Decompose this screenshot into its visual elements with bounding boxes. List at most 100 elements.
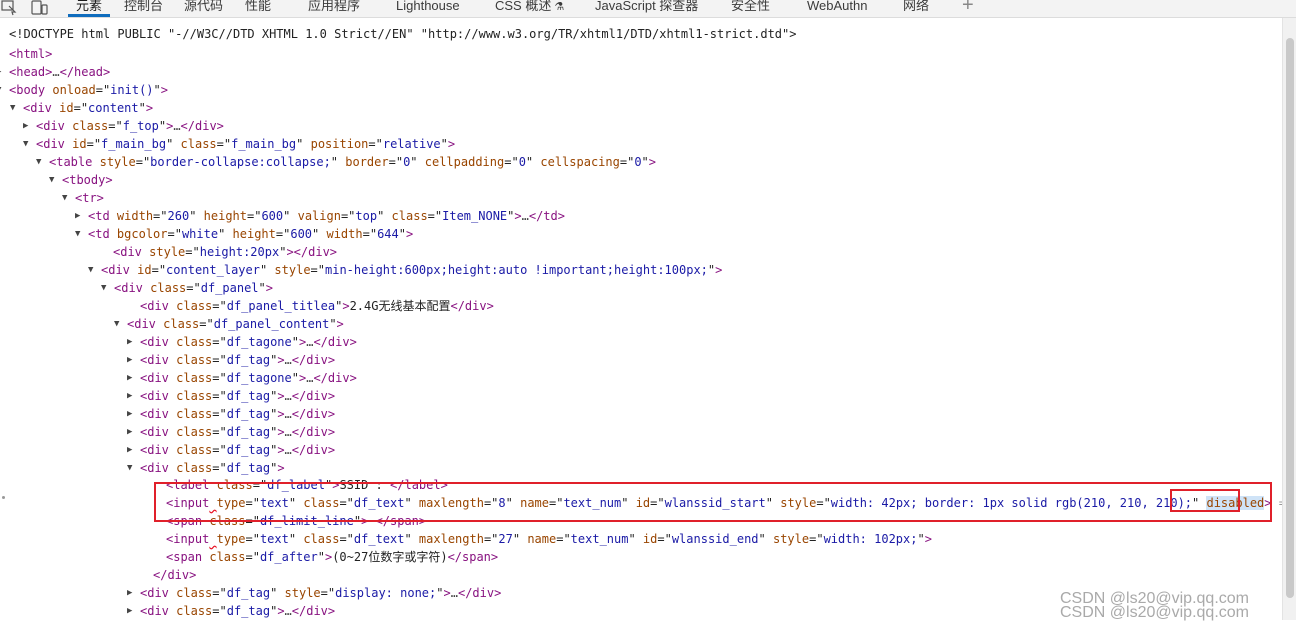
expand-triangle-icon[interactable]: ▼ xyxy=(127,459,140,477)
dom-node-row[interactable]: ▶ <div class="df_tag">…</div> xyxy=(127,441,335,459)
collapse-triangle-icon[interactable]: ▶ xyxy=(127,369,140,387)
expand-triangle-icon[interactable]: ▼ xyxy=(101,279,114,297)
tab-webauthn[interactable]: WebAuthn xyxy=(807,0,867,16)
dom-node-row[interactable]: ▼ <div id="f_main_bg" class="f_main_bg" p… xyxy=(23,135,455,153)
dom-node-row[interactable]: ▼ <table style="border-collapse:collapse;… xyxy=(36,153,656,171)
vertical-scrollbar[interactable] xyxy=(1282,18,1296,620)
tab-network[interactable]: 网络 xyxy=(903,0,929,16)
dom-token: " xyxy=(628,532,643,546)
expand-triangle-icon[interactable]: ▼ xyxy=(62,189,75,207)
dom-node-row[interactable]: ▼ <div class="df_panel_content"> xyxy=(114,315,344,333)
inspect-element-icon[interactable] xyxy=(0,0,20,16)
collapse-triangle-icon[interactable]: ▶ xyxy=(127,405,140,423)
dom-token: valign xyxy=(297,209,341,223)
dom-node-row[interactable]: ▼ <div class="df_tag"> xyxy=(127,459,285,477)
dom-token: </div> xyxy=(313,335,357,349)
dom-token: <head> xyxy=(9,65,53,79)
expand-triangle-icon[interactable]: ▼ xyxy=(0,81,9,99)
expand-triangle-icon[interactable]: ▼ xyxy=(75,225,88,243)
tab-security[interactable]: 安全性 xyxy=(731,0,770,16)
dom-token: init() xyxy=(110,83,154,97)
dom-node-row[interactable]: <div class="df_panel_titlea">2.4G无线基本配置<… xyxy=(140,297,494,315)
dom-token: height:20px xyxy=(199,245,280,259)
collapse-triangle-icon[interactable]: ▶ xyxy=(127,584,140,602)
dom-token: =" xyxy=(245,550,260,564)
expand-triangle-icon[interactable]: ▼ xyxy=(10,99,23,117)
dom-node-row[interactable]: ▶ <div class="df_tag">…</div> xyxy=(127,602,335,620)
dom-node-row[interactable]: ▼ <div id="content"> xyxy=(10,99,153,117)
dom-token: " xyxy=(291,371,299,385)
add-tab-icon[interactable]: + xyxy=(962,0,974,17)
dom-node-row[interactable]: ▶ <div class="df_tag">…</div> xyxy=(127,387,335,405)
dom-token: </div> xyxy=(291,443,336,457)
collapse-triangle-icon[interactable]: ▶ xyxy=(0,63,9,81)
dom-token: =" xyxy=(212,425,227,439)
dom-token: > xyxy=(160,83,168,97)
dom-node-row[interactable]: ▶ <div class="df_tag">…</div> xyxy=(127,405,335,423)
dom-token: df_tagone xyxy=(226,371,292,385)
scrollbar-thumb[interactable] xyxy=(1286,38,1294,598)
dom-token: white xyxy=(181,227,219,241)
dom-node-row[interactable]: ▼ <td bgcolor="white" height="600" width=… xyxy=(75,225,413,243)
dom-node-row[interactable]: ▶ <div class="df_tag">…</div> xyxy=(127,423,335,441)
collapse-triangle-icon[interactable]: ▶ xyxy=(127,333,140,351)
dom-token: class xyxy=(176,604,213,618)
collapse-triangle-icon[interactable]: ▶ xyxy=(127,351,140,369)
collapse-triangle-icon[interactable]: ▶ xyxy=(75,207,88,225)
dom-token: class xyxy=(176,389,213,403)
dom-node-row[interactable]: ▼<body onload="init()"> xyxy=(0,81,168,99)
dom-token: … xyxy=(173,119,181,133)
dom-token: content xyxy=(88,101,139,115)
tab-console[interactable]: 控制台 xyxy=(124,0,163,16)
dom-node-row[interactable]: ▶<head>…</head> xyxy=(0,63,110,81)
dom-node-row[interactable]: ▶ <div class="df_tagone">…</div> xyxy=(127,333,357,351)
expand-triangle-icon[interactable]: ▼ xyxy=(49,171,62,189)
dom-token: =" xyxy=(108,119,123,133)
tab-css-overview[interactable]: CSS 概述 ⚗ xyxy=(495,0,564,16)
collapse-triangle-icon[interactable]: ▶ xyxy=(127,423,140,441)
active-tab-indicator xyxy=(68,14,110,17)
dom-token: " xyxy=(440,137,448,151)
dom-node-row[interactable]: ▶ <div class="df_tag">…</div> xyxy=(127,351,335,369)
device-toolbar-icon[interactable] xyxy=(30,0,50,16)
dom-node-row[interactable]: <input type="text" class="df_text" maxle… xyxy=(166,530,932,548)
expand-triangle-icon[interactable]: ▼ xyxy=(88,261,101,279)
dom-token: > xyxy=(648,155,657,169)
expand-triangle-icon[interactable]: ▼ xyxy=(114,315,127,333)
expand-triangle-icon[interactable]: ▼ xyxy=(36,153,49,171)
dom-token: </div> xyxy=(291,407,336,421)
dom-node-row[interactable]: ▼ <tr> xyxy=(62,189,104,207)
dom-node-row[interactable]: ▶ <div class="df_tag" style="display: non… xyxy=(127,584,501,602)
selected-row-marker xyxy=(2,496,5,499)
dom-token: > xyxy=(45,47,53,61)
collapse-triangle-icon[interactable]: ▶ xyxy=(127,387,140,405)
dom-node-row[interactable]: </div> xyxy=(153,566,196,584)
tab-sources[interactable]: 源代码 xyxy=(184,0,223,16)
tab-javascript-profiler[interactable]: JavaScript 探查器 xyxy=(595,0,698,16)
dom-node-row[interactable]: <div style="height:20px"></div> xyxy=(113,243,337,261)
dom-token: id xyxy=(642,532,658,546)
dom-token xyxy=(92,155,99,169)
dom-node-row[interactable]: ▼ <div id="content_layer" style="min-heig… xyxy=(88,261,722,279)
dom-token: df_tag xyxy=(226,407,271,421)
tab-performance[interactable]: 性能 xyxy=(245,0,271,16)
dom-token: > xyxy=(514,209,522,223)
dom-node-row[interactable]: ▶ <div class="f_top">…</div> xyxy=(23,117,224,135)
dom-node-row[interactable]: ▼ <div class="df_panel"> xyxy=(101,279,273,297)
collapse-triangle-icon[interactable]: ▶ xyxy=(127,602,140,620)
dom-node-row[interactable]: ▶ <td width="260" height="600" valign="to… xyxy=(75,207,565,225)
expand-triangle-icon[interactable]: ▼ xyxy=(23,135,36,153)
dom-token: class xyxy=(303,532,340,546)
dom-node-row[interactable]: ▶ <div class="df_tagone">…</div> xyxy=(127,369,357,387)
dom-node-row[interactable]: <html> xyxy=(9,45,52,63)
dom-node-row[interactable]: <span class="df_after">(0~27位数字或字符)</spa… xyxy=(166,548,498,566)
dom-token: > xyxy=(405,227,414,241)
collapse-triangle-icon[interactable]: ▶ xyxy=(127,441,140,459)
tab-application[interactable]: 应用程序 xyxy=(308,0,360,16)
tab-lighthouse[interactable]: Lighthouse xyxy=(396,0,460,16)
dom-token: <tr> xyxy=(75,191,104,205)
dom-token: " xyxy=(312,227,327,241)
dom-token: df_panel_titlea xyxy=(226,299,336,313)
collapse-triangle-icon[interactable]: ▶ xyxy=(23,117,36,135)
dom-node-row[interactable]: ▼ <tbody> xyxy=(49,171,113,189)
